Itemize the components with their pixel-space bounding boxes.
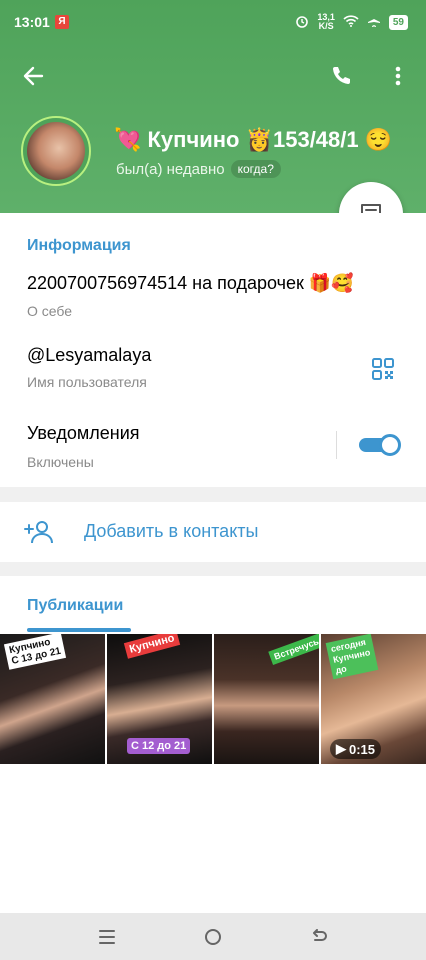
last-seen-text: был(а) недавно [116,160,225,178]
arrow-left-icon [23,66,44,86]
qr-code-icon [372,358,394,380]
video-duration: 0:15 [349,741,376,757]
about-label: О себе [27,303,73,319]
add-contact-row[interactable]: Добавить в контакты [0,502,426,562]
avatar-image [27,122,85,180]
qr-code-button[interactable] [370,356,396,382]
more-vert-icon [395,66,401,86]
media-sticker-secondary: С 12 до 21 [127,738,191,754]
top-app-bar [0,56,426,96]
media-grid: Купчино С 13 до 21 Купчино С 12 до 21 Вс… [0,634,426,764]
back-button[interactable] [18,56,48,96]
notifications-status: Включены [27,454,94,470]
more-menu-button[interactable] [386,56,410,96]
net-speed: 13,1 K/S [317,12,335,31]
status-time: 13:01 [14,14,50,30]
alarm-icon [295,14,309,30]
media-tile[interactable]: Купчино С 12 до 21 [107,634,212,764]
airplane-icon [367,14,381,30]
home-circle-icon [205,929,221,945]
back-nav-button[interactable] [307,925,331,949]
tab-underline [27,628,131,632]
media-tile[interactable]: Купчино С 13 до 21 [0,634,105,764]
when-button[interactable]: когда? [230,160,281,178]
menu-nav-button[interactable] [95,925,119,949]
add-user-icon [24,517,54,547]
call-button[interactable] [326,56,356,96]
media-tile[interactable]: Встречусь [214,634,319,764]
username-label: Имя пользователя [27,374,147,390]
back-nav-icon [313,929,327,941]
video-duration-badge: ▶ 0:15 [330,739,382,759]
menu-icon [99,930,115,944]
tab-publications[interactable]: Публикации [27,597,123,615]
wifi-icon [343,15,359,29]
media-tile[interactable]: сегодня Купчино до ▶ 0:15 [321,634,426,764]
system-nav-bar [0,913,426,960]
notifications-divider [336,431,337,459]
play-icon: ▶ [336,741,346,756]
status-icons: 13,1 K/S 59 [295,13,408,31]
profile-name: 💘 Купчино 👸153/48/1 😌 [114,127,393,152]
toggle-knob [379,434,401,456]
about-value[interactable]: 2200700756974514 на подарочек 🎁🥰 [27,273,354,294]
home-nav-button[interactable] [201,925,225,949]
last-seen: был(а) недавно когда? [116,160,281,178]
profile-avatar[interactable] [21,116,91,186]
media-sticker: Встречусь [268,634,319,665]
phone-icon [333,67,350,84]
profile-header: 13:01 Я 13,1 K/S 59 💘 Купчино 👸153/48/1 … [0,0,426,213]
info-section-title: Информация [27,237,131,254]
media-sticker: Купчино С 13 до 21 [3,634,67,670]
username-value[interactable]: @Lesyamalaya [27,345,151,366]
carrier-badge: Я [55,15,69,29]
media-sticker: сегодня Купчино до [325,634,378,680]
status-bar: 13:01 Я 13,1 K/S 59 [0,0,426,44]
media-sticker: Купчино [123,634,181,659]
notifications-toggle[interactable] [359,432,401,458]
add-contact-label: Добавить в контакты [84,521,259,541]
battery-indicator: 59 [388,14,408,30]
notifications-title[interactable]: Уведомления [27,423,140,444]
